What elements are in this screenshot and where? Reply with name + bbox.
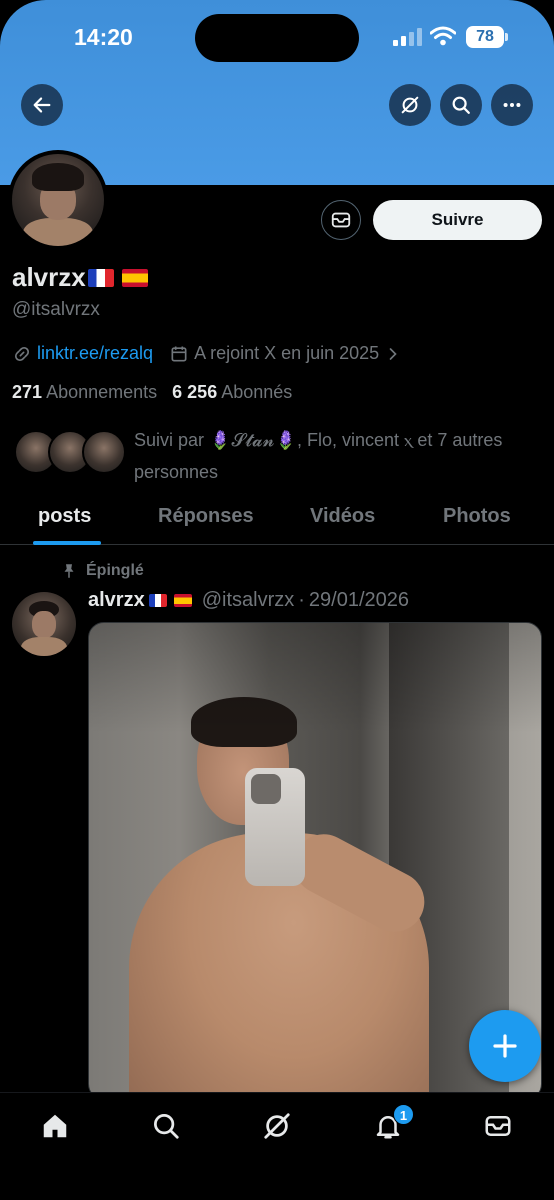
message-button[interactable] <box>321 200 361 240</box>
grok-icon <box>264 1113 290 1139</box>
compose-button[interactable] <box>469 1010 541 1082</box>
followers-label: Abonnés <box>221 382 293 402</box>
search-icon <box>452 96 470 114</box>
status-bar: 14:20 78 <box>0 0 554 76</box>
following-count: 271 <box>12 382 43 402</box>
post-author-name[interactable]: alvrzx <box>88 589 145 612</box>
nav-grok[interactable] <box>262 1111 294 1143</box>
pinned-text: Épinglé <box>86 562 144 579</box>
mail-icon <box>485 1116 511 1136</box>
nav-search[interactable] <box>151 1111 183 1143</box>
search-icon <box>154 1114 179 1139</box>
battery-cap <box>505 33 508 41</box>
post-author-avatar[interactable] <box>12 592 76 656</box>
wifi-icon <box>430 26 456 46</box>
joined-date[interactable]: A rejoint X en juin 2025 <box>194 343 379 364</box>
profile-name-row: alvrzx <box>12 262 148 293</box>
tab-replies[interactable]: Réponses <box>158 505 254 528</box>
tab-photos[interactable]: Photos <box>443 505 511 528</box>
follow-counts: 271 Abonnements 6 256 Abonnés <box>12 382 292 403</box>
following-label: Abonnements <box>46 382 158 402</box>
france-flag-icon <box>87 268 114 287</box>
post-date: 29/01/2026 <box>308 589 410 611</box>
dynamic-island <box>195 14 359 62</box>
followed-by-text: Suivi par 🪻𝓢𝓽𝓪𝓷🪻, Flo, vincent ⲭ et 7 au… <box>134 430 503 482</box>
nav-home[interactable] <box>40 1111 72 1143</box>
grok-icon <box>401 96 419 114</box>
following-link[interactable]: 271 Abonnements <box>12 382 157 402</box>
followed-by-row[interactable]: Suivi par 🪻𝓢𝓽𝓪𝓷🪻, Flo, vincent ⲭ et 7 au… <box>14 424 554 484</box>
follow-button[interactable]: Suivre <box>373 200 542 240</box>
spain-flag-icon <box>121 268 148 287</box>
spain-flag-icon <box>173 594 192 607</box>
profile-handle: @itsalvrzx <box>12 299 100 320</box>
search-button[interactable] <box>440 84 482 126</box>
plus-icon <box>493 1034 517 1058</box>
battery-indicator: 78 <box>466 26 504 48</box>
followers-link[interactable]: 6 256 Abonnés <box>172 382 292 402</box>
follower-avatar <box>82 430 126 474</box>
calendar-icon <box>171 346 187 361</box>
france-flag-icon <box>148 594 167 607</box>
followers-count: 6 256 <box>172 382 218 402</box>
status-time: 14:20 <box>74 24 133 50</box>
chevron-right-icon <box>389 347 397 360</box>
back-button[interactable] <box>21 84 63 126</box>
profile-avatar[interactable] <box>8 150 108 250</box>
post-separator: · <box>298 589 305 611</box>
active-tab-indicator <box>33 541 101 545</box>
tab-posts[interactable]: posts <box>38 505 91 528</box>
home-icon <box>43 1114 67 1138</box>
notification-badge: 1 <box>393 1104 414 1125</box>
pin-icon <box>64 564 74 578</box>
arrow-left-icon <box>33 97 51 113</box>
profile-meta: linktr.ee/rezalq A rejoint X en juin 202… <box>12 343 403 364</box>
nav-messages[interactable] <box>483 1111 515 1143</box>
post-author-handle[interactable]: @itsalvrzx <box>202 589 295 612</box>
profile-name: alvrzx <box>12 262 86 292</box>
avatar-photo <box>12 154 104 246</box>
profile-tabs: posts Réponses Vidéos Photos <box>0 497 554 545</box>
profile-link[interactable]: linktr.ee/rezalq <box>37 343 153 364</box>
link-icon <box>14 346 30 361</box>
tab-videos[interactable]: Vidéos <box>310 505 375 528</box>
grok-button[interactable] <box>389 84 431 126</box>
pinned-label: Épinglé <box>60 562 144 580</box>
post-header: alvrzx @itsalvrzx · 29/01/2026 <box>88 589 409 612</box>
more-button[interactable] <box>491 84 533 126</box>
more-icon <box>503 102 521 108</box>
signal-icon <box>393 28 422 46</box>
mail-icon <box>331 212 351 228</box>
bottom-navigation <box>0 1092 554 1200</box>
